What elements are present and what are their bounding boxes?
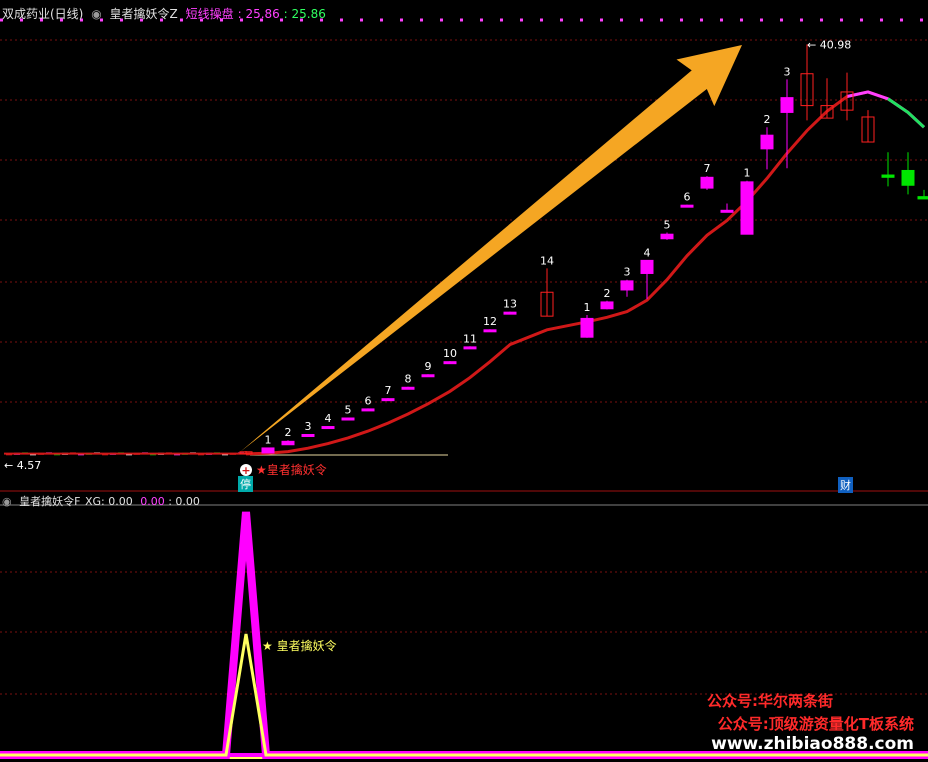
high-price-marker: ← 40.98 [807,38,851,51]
watermark-line-3: www.zhibiao888.com [711,734,914,754]
candle-count-label: 13 [503,298,517,311]
finance-badge[interactable]: 财 [838,477,853,493]
candle-count-label: 2 [764,113,771,126]
candle-body [620,280,634,291]
candle-body [740,181,754,235]
candle-count-label: 3 [624,266,631,279]
candle-count-label: 3 [305,420,312,433]
candle-body [281,440,295,446]
candle-body [503,311,517,315]
ma-line-tail-green [887,97,926,129]
breakout-arrow [240,44,743,452]
candle-body [361,408,375,412]
candle-body [421,374,435,378]
candle-body [720,209,734,213]
collapse-icon[interactable]: ◉ [91,7,101,21]
candle-body [881,174,895,178]
candle-body [443,361,457,365]
candle-body [780,97,794,113]
main-header: 双成药业(日线) ◉ 皇者擒妖令Z 短线操盘: 25.86 : 25.86 [2,5,330,22]
candle-body [640,259,654,274]
candle-body [580,317,594,338]
candle-count-label: 5 [345,403,352,416]
candle-count-label: 10 [443,347,457,360]
candle-count-label: 3 [784,65,791,78]
candle-count-label: 12 [483,315,497,328]
candle-count-label: 1 [744,167,751,180]
candle-count-label: 6 [684,191,691,204]
candle-body [483,329,497,333]
candle-body [401,386,415,390]
ma-line [245,90,926,456]
arrow-shape [240,44,743,452]
indicator-name[interactable]: 皇者擒妖令Z [110,7,178,21]
candle-body [901,169,915,186]
candle-count-label: 2 [604,287,611,300]
candle-count-label: 14 [540,254,554,267]
sub-collapse-icon[interactable]: ◉ [2,495,12,508]
candle-count-label: 9 [425,360,432,373]
candle-body [463,346,477,350]
sub-signal-text: ★ 皇者擒妖令 [262,638,337,653]
candle-count-label: 5 [664,218,671,231]
candle-count-label: 4 [325,412,332,425]
candle-body [700,176,714,189]
limit-up-badge[interactable]: 停 [238,476,253,492]
candle-body [381,398,395,402]
candle-count-label: 11 [463,332,477,345]
candle-body [301,434,315,438]
candle-count-label: 6 [365,394,372,407]
main-chart-panel[interactable]: 12 345678910111213141234567 123← 40.98← 4.… [0,0,928,492]
candle-body [917,196,928,200]
chart-window: 1 2 3 4 5 6 7 8 9 10 11 12 13 14 1 2 3 4 5 6 7 1 2 3 ← 40.98 ← 4.… [0,0,928,762]
candle-body [600,301,614,310]
xg-value: XG: 0.00 [84,495,133,508]
ma-line-tail [846,90,926,129]
candle-count-label: 7 [704,162,711,175]
signal-text: ★皇者擒妖令 [256,462,327,477]
line-name: 短线操盘 [185,7,234,21]
sub-header: ◉ 皇者擒妖令F XG: 0.00 0.00 : 0.00 [2,493,204,509]
stock-title: 双成药业(日线) [2,7,84,21]
watermark-line-2: 公众号:顶级游资量化T板系统 [717,715,914,733]
candle-body [261,447,275,454]
candle-body [680,204,694,208]
watermark-line-1: 公众号:华尔两条街 [707,692,833,710]
candle-count-label: 7 [385,384,392,397]
candle-body [341,417,355,421]
candle-body [321,426,335,430]
sub-indicator-name[interactable]: 皇者擒妖令F [19,495,80,508]
candle-count-label: 1 [584,301,591,314]
low-price-marker: ← 4.57 [4,459,41,472]
candle-count-label: 2 [285,426,292,439]
candle-count-label: 1 [265,434,272,447]
line-value-2: : 25.86 [283,7,326,21]
candle-body [760,134,774,150]
candle-count-label: 8 [405,373,412,386]
sub-value-3: : 0.00 [168,495,200,508]
sub-value-2: 0.00 [140,495,165,508]
candle-count-label: 4 [644,246,651,259]
candle-body [660,233,674,240]
line-value-1: : 25.86 [237,7,280,21]
